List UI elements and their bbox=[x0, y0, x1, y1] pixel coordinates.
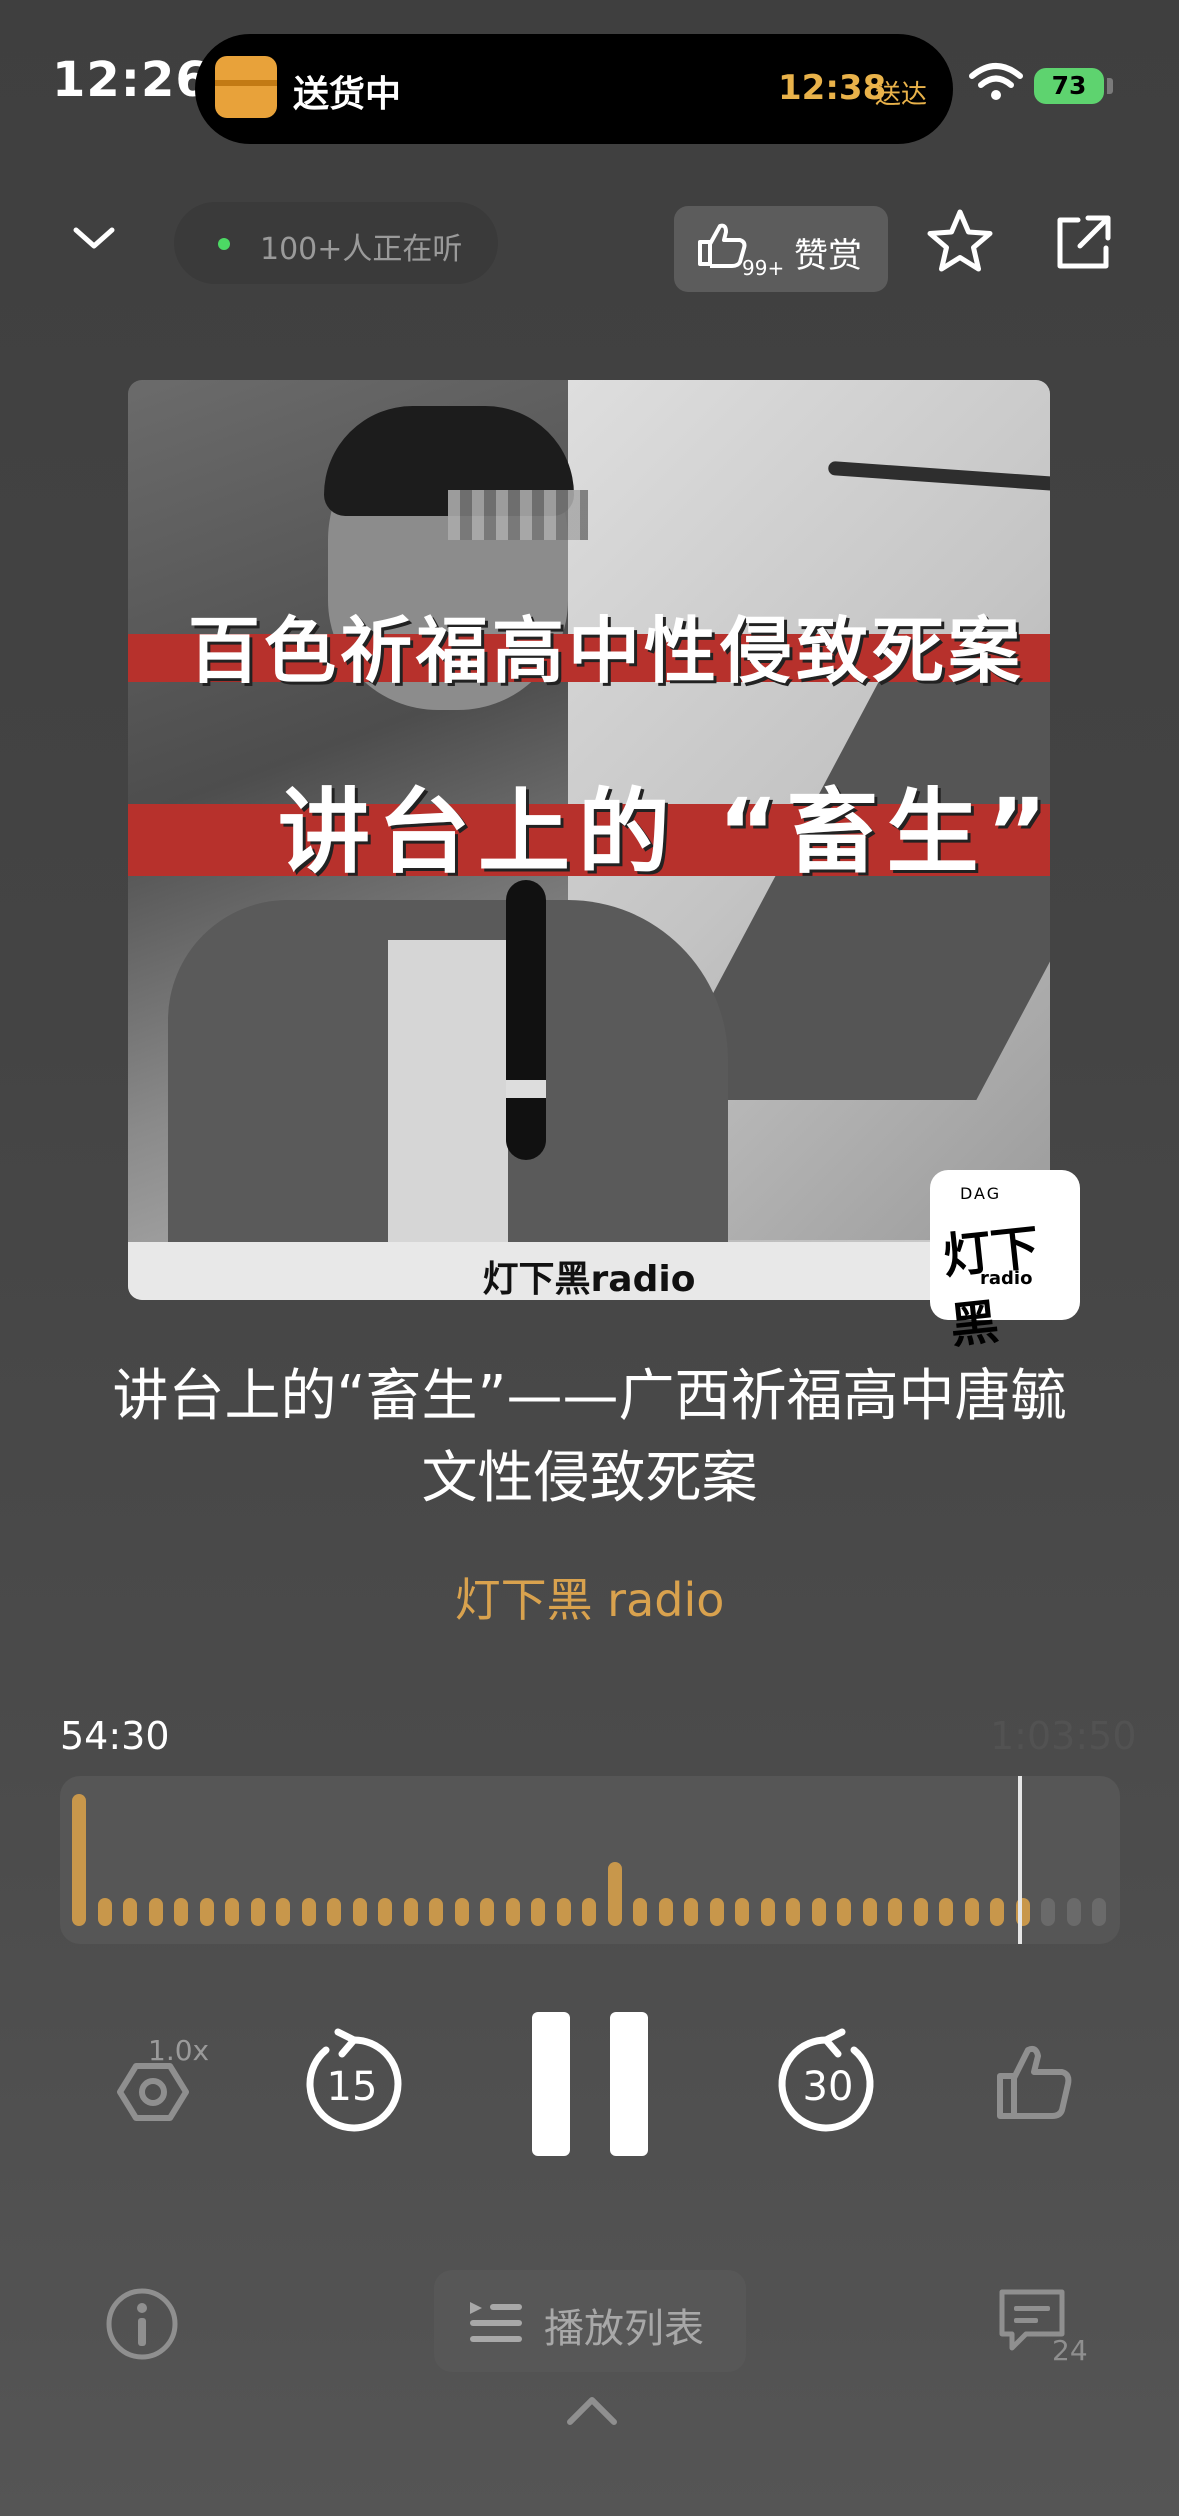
waveform-bar bbox=[276, 1898, 290, 1926]
delivery-status-label: 送货中 bbox=[293, 74, 402, 115]
waveform-bar bbox=[378, 1898, 392, 1926]
playlist-button[interactable]: 播放列表 bbox=[434, 2270, 746, 2372]
waveform-bar bbox=[888, 1898, 902, 1926]
cover-mosaic-blur bbox=[448, 490, 588, 540]
cover-footer: 灯下黑radio bbox=[128, 1242, 1050, 1300]
waveform-bar bbox=[913, 1898, 928, 1926]
progress-waveform[interactable] bbox=[60, 1776, 1120, 1944]
waveform-bar bbox=[990, 1898, 1004, 1926]
episode-title: 讲台上的“畜生”——广西祈福高中唐毓文性侵致死案 bbox=[112, 1364, 1067, 1511]
cover-headline: 百色祈福高中性侵致死案 bbox=[188, 609, 1025, 693]
waveform-bar bbox=[607, 1862, 622, 1926]
waveform-bar bbox=[403, 1898, 418, 1926]
waveform-bar bbox=[480, 1898, 494, 1926]
waveform-bar bbox=[352, 1898, 367, 1926]
waveform-bar bbox=[582, 1898, 596, 1926]
waveform-bar bbox=[174, 1898, 188, 1926]
waveform-bar bbox=[1041, 1898, 1055, 1926]
episode-cover-art: 百色祈福高中性侵致死案 讲台上的 “畜生” 灯下黑radio bbox=[128, 380, 1050, 1300]
waveform-bar bbox=[684, 1898, 698, 1926]
waveform-bar bbox=[556, 1898, 571, 1926]
battery-tip bbox=[1107, 78, 1113, 94]
listeners-pill: 100+人正在听 bbox=[174, 202, 498, 284]
comments-count: 24 bbox=[1052, 2334, 1088, 2366]
waveform-bar bbox=[786, 1898, 800, 1926]
waveform-bar bbox=[225, 1898, 239, 1926]
info-icon[interactable] bbox=[104, 2286, 180, 2362]
waveform-bar bbox=[811, 1898, 826, 1926]
waveform-bar bbox=[964, 1898, 979, 1926]
status-time: 12:26 bbox=[52, 52, 210, 108]
delivery-eta-suffix: 送达 bbox=[875, 80, 928, 110]
waveform-bar bbox=[531, 1898, 545, 1926]
playlist-icon bbox=[470, 2302, 522, 2342]
pause-icon[interactable] bbox=[532, 2012, 648, 2156]
waveform-bar bbox=[939, 1898, 953, 1926]
waveform-bar bbox=[72, 1794, 86, 1926]
waveform-bar bbox=[1066, 1898, 1081, 1926]
live-dot bbox=[218, 238, 230, 250]
waveform-bar bbox=[250, 1898, 265, 1926]
share-icon[interactable] bbox=[1050, 210, 1116, 276]
total-time: 1:03:50 bbox=[990, 1714, 1137, 1758]
forward-30-icon[interactable]: 30 bbox=[772, 2028, 884, 2140]
waveform-bar bbox=[735, 1898, 749, 1926]
comments-icon[interactable]: 24 bbox=[996, 2286, 1090, 2366]
forward-seconds: 30 bbox=[803, 2064, 854, 2110]
wifi-icon bbox=[969, 63, 1023, 100]
speed-label: 1.0x bbox=[148, 2034, 210, 2067]
cover-footer-text: 灯下黑radio bbox=[482, 1259, 696, 1300]
collapse-chevron-icon[interactable] bbox=[66, 210, 122, 266]
waveform-bar bbox=[123, 1898, 137, 1926]
delivery-eta: 12:38 bbox=[778, 68, 887, 108]
waveform-bar bbox=[760, 1898, 775, 1926]
cover-microphone bbox=[506, 880, 546, 1160]
star-icon[interactable] bbox=[924, 206, 996, 278]
listeners-count: 100+人正在听 bbox=[260, 232, 463, 267]
waveform-bar bbox=[97, 1898, 112, 1926]
channel-logo[interactable]: DAG 灯下黑 radio bbox=[930, 1170, 1080, 1355]
progress-playhead[interactable] bbox=[1018, 1776, 1022, 1944]
battery-indicator: 73 bbox=[1034, 68, 1104, 104]
waveform-bar bbox=[429, 1898, 443, 1926]
waveform-bar bbox=[199, 1898, 214, 1926]
waveform-bar bbox=[327, 1898, 341, 1926]
chevron-up-icon[interactable] bbox=[564, 2390, 620, 2430]
channel-logo-top: DAG bbox=[960, 1184, 1002, 1203]
waveform-bar bbox=[505, 1898, 520, 1926]
waveform-bar bbox=[837, 1898, 851, 1926]
cover-microphone-band bbox=[506, 1080, 546, 1098]
waveform-bar bbox=[148, 1898, 163, 1926]
dynamic-island-delivery[interactable]: 送货中 12:38 送达 bbox=[195, 34, 953, 144]
rewind-15-icon[interactable]: 15 bbox=[296, 2028, 408, 2140]
channel-logo-sub: radio bbox=[980, 1268, 1033, 1289]
playlist-label: 播放列表 bbox=[544, 2306, 704, 2352]
like-icon[interactable] bbox=[992, 2040, 1076, 2124]
reward-button[interactable]: 99+ 赞赏 bbox=[674, 206, 888, 292]
reward-label: 赞赏 bbox=[794, 236, 862, 276]
reward-count: 99+ bbox=[742, 256, 785, 280]
cover-subheadline: 讲台上的 “畜生” bbox=[278, 779, 1050, 886]
waveform-bar bbox=[301, 1898, 316, 1926]
package-icon bbox=[215, 56, 277, 118]
rewind-seconds: 15 bbox=[327, 2064, 378, 2110]
waveform-bar bbox=[862, 1898, 877, 1926]
author-name[interactable]: 灯下黑 radio bbox=[0, 1564, 1179, 1630]
waveform-bar bbox=[1092, 1898, 1106, 1926]
waveform-bar bbox=[709, 1898, 724, 1926]
waveform-bar bbox=[633, 1898, 647, 1926]
current-time: 54:30 bbox=[60, 1714, 170, 1758]
waveform-bar bbox=[454, 1898, 469, 1926]
waveform-bar bbox=[658, 1898, 673, 1926]
